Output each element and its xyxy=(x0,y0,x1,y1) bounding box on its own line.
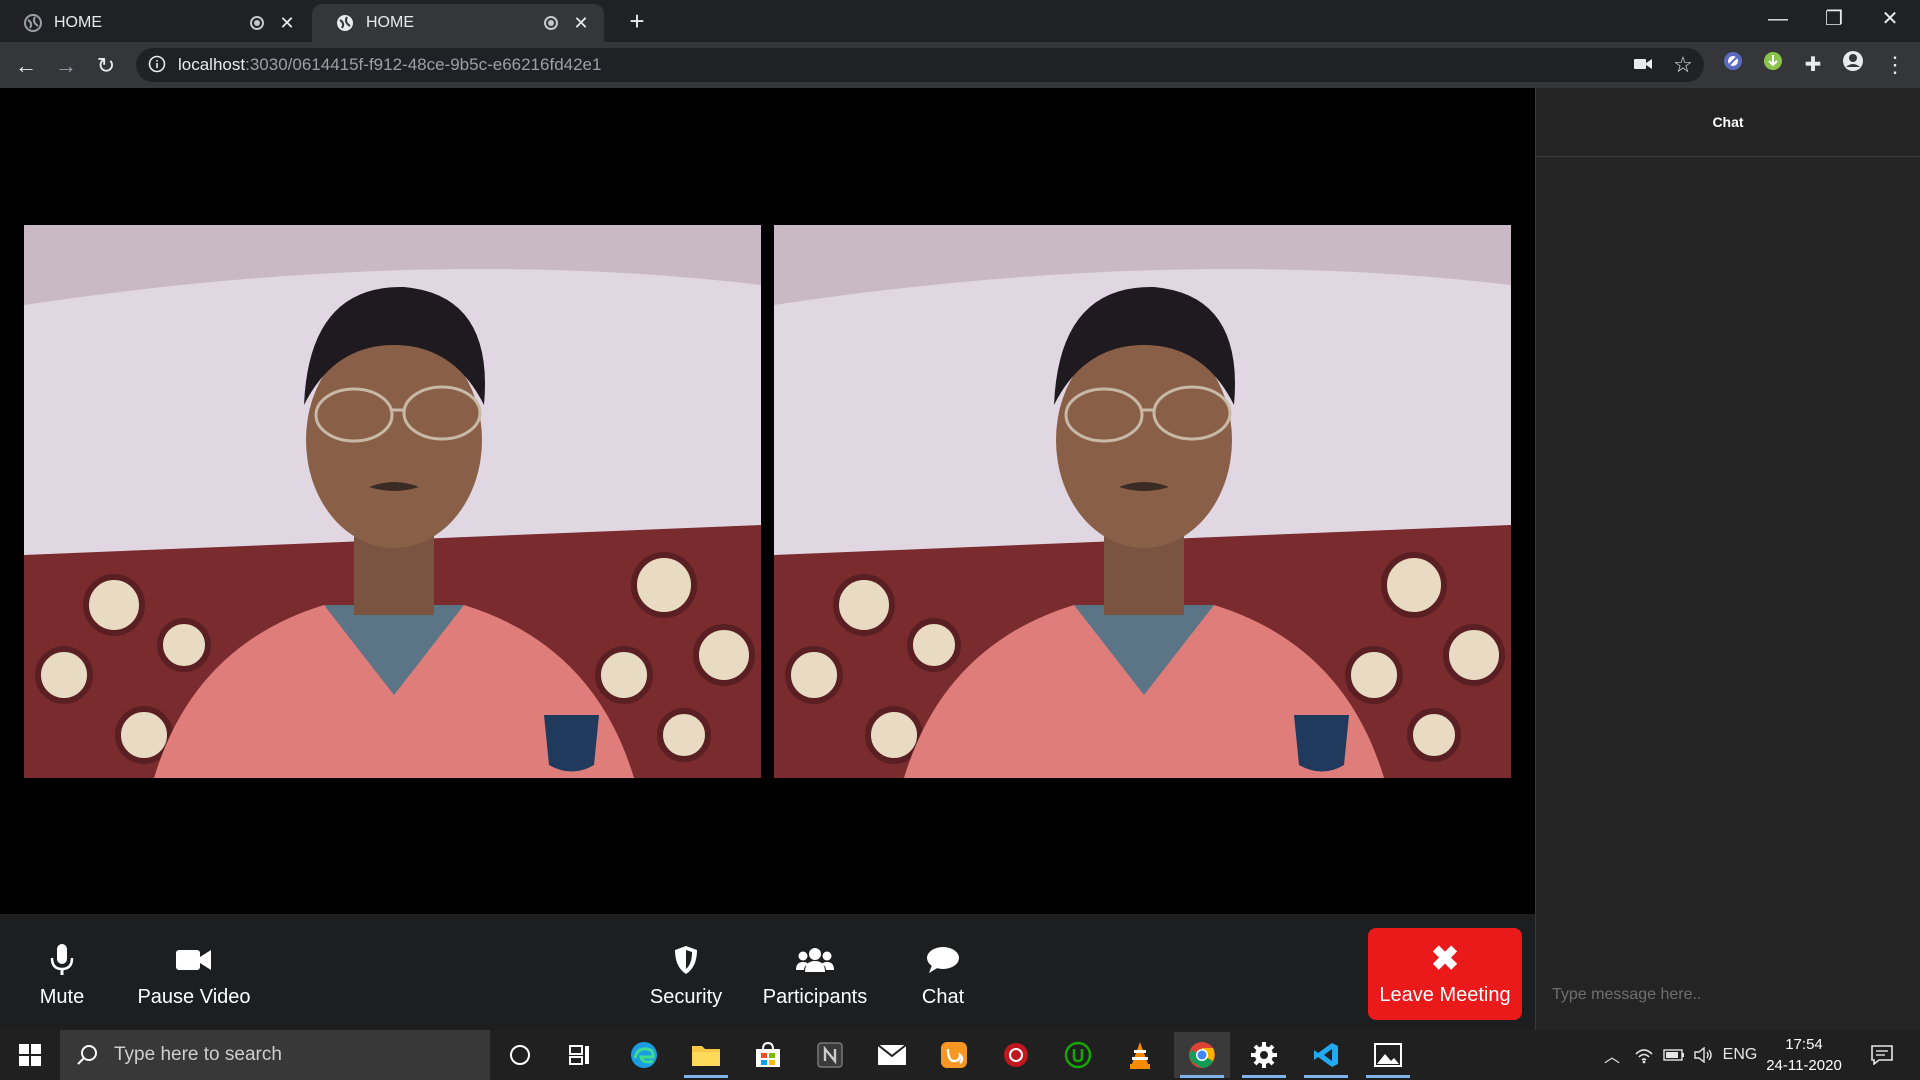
local-video-tile xyxy=(24,225,761,778)
antivirus-icon[interactable] xyxy=(988,1032,1044,1078)
security-label: Security xyxy=(649,985,723,1008)
chat-panel xyxy=(1535,88,1920,1030)
volume-icon[interactable] xyxy=(1690,1030,1718,1080)
minimize-button[interactable]: — xyxy=(1750,0,1806,40)
microsoft-store-icon[interactable] xyxy=(740,1032,796,1078)
participants-label: Participants xyxy=(762,985,868,1008)
edge-browser-icon[interactable] xyxy=(616,1032,672,1078)
extension-blue-icon[interactable] xyxy=(1718,50,1748,80)
chat-message-input[interactable] xyxy=(1550,978,1904,1012)
mute-button[interactable]: Mute xyxy=(36,930,88,1018)
globe-icon xyxy=(336,14,354,32)
recording-indicator-icon xyxy=(250,16,264,30)
camera-in-use-icon[interactable] xyxy=(1628,50,1658,80)
shield-icon xyxy=(674,940,698,980)
close-tab-icon[interactable]: ✕ xyxy=(278,13,296,34)
input-language[interactable]: ENG xyxy=(1720,1030,1760,1080)
chat-header: Chat xyxy=(1536,88,1920,157)
settings-gear-icon[interactable] xyxy=(1236,1032,1292,1078)
close-x-icon: ✖ xyxy=(1430,939,1460,978)
tab-title: HOME xyxy=(54,14,102,31)
video-frame xyxy=(24,225,761,778)
taskbar-search-box[interactable]: Type here to search xyxy=(60,1030,490,1080)
uc-browser-icon[interactable] xyxy=(926,1032,982,1078)
windows-start-icon[interactable] xyxy=(2,1032,58,1078)
participants-icon xyxy=(796,940,834,980)
close-tab-icon[interactable]: ✕ xyxy=(572,13,590,34)
battery-icon[interactable] xyxy=(1660,1030,1688,1080)
video-frame xyxy=(774,225,1511,778)
notion-icon[interactable] xyxy=(802,1032,858,1078)
url-path: :3030/0614415f-f912-48ce-9b5c-e66216fd42… xyxy=(245,55,602,74)
profile-avatar-icon[interactable] xyxy=(1838,50,1868,80)
remote-video-tile xyxy=(774,225,1511,778)
browser-tab-1[interactable]: HOME ✕ xyxy=(0,4,310,42)
security-button[interactable]: Security xyxy=(646,930,726,1018)
leave-meeting-label: Leave Meeting xyxy=(1379,983,1511,1006)
pause-video-label: Pause Video xyxy=(137,985,251,1008)
search-placeholder: Type here to search xyxy=(114,1044,282,1065)
leave-meeting-button[interactable]: ✖ Leave Meeting xyxy=(1368,928,1522,1020)
chat-label: Chat xyxy=(921,985,965,1008)
search-icon xyxy=(76,1044,98,1066)
browser-menu-icon[interactable]: ⋮ xyxy=(1880,50,1910,80)
browser-tab-2[interactable]: HOME ✕ xyxy=(312,4,604,42)
pause-video-button[interactable]: Pause Video xyxy=(136,930,252,1018)
close-window-button[interactable]: ✕ xyxy=(1862,0,1918,40)
recording-indicator-icon xyxy=(544,16,558,30)
clock-time: 17:54 xyxy=(1785,1036,1823,1053)
show-hidden-icons-chevron-icon[interactable]: ︿ xyxy=(1600,1030,1624,1080)
extension-download-icon[interactable] xyxy=(1758,50,1788,80)
tab-title: HOME xyxy=(366,14,414,31)
extensions-puzzle-icon[interactable]: ✚ xyxy=(1798,50,1828,80)
system-clock[interactable]: 17:54 24-11-2020 xyxy=(1760,1034,1848,1076)
new-tab-button[interactable]: + xyxy=(622,6,652,36)
chat-button[interactable]: Chat xyxy=(912,930,974,1018)
clock-date: 24-11-2020 xyxy=(1766,1057,1842,1074)
vlc-icon[interactable] xyxy=(1112,1032,1168,1078)
reload-button[interactable]: ↻ xyxy=(90,50,122,82)
url-text[interactable]: localhost:3030/0614415f-f912-48ce-9b5c-e… xyxy=(178,55,601,75)
cortana-icon[interactable] xyxy=(492,1032,548,1078)
vscode-icon[interactable] xyxy=(1298,1032,1354,1078)
photos-icon[interactable] xyxy=(1360,1032,1416,1078)
chrome-icon[interactable] xyxy=(1174,1032,1230,1078)
chat-bubble-icon xyxy=(926,940,960,980)
back-button[interactable]: ← xyxy=(10,50,42,82)
participants-button[interactable]: Participants xyxy=(756,930,874,1018)
bookmark-star-icon[interactable]: ☆ xyxy=(1668,50,1698,80)
task-view-icon[interactable] xyxy=(552,1032,608,1078)
info-icon[interactable] xyxy=(148,55,168,75)
forward-button[interactable]: → xyxy=(50,50,82,82)
mail-icon[interactable] xyxy=(864,1032,920,1078)
url-host: localhost xyxy=(178,55,246,74)
file-explorer-icon[interactable] xyxy=(678,1032,734,1078)
microphone-icon xyxy=(49,940,75,980)
upwork-icon[interactable] xyxy=(1050,1032,1106,1078)
restore-button[interactable]: ❐ xyxy=(1806,0,1862,40)
wifi-icon[interactable] xyxy=(1630,1030,1658,1080)
action-center-notification-icon[interactable] xyxy=(1862,1030,1902,1080)
globe-icon xyxy=(24,14,42,32)
video-camera-icon xyxy=(176,940,212,980)
mute-label: Mute xyxy=(39,985,85,1008)
